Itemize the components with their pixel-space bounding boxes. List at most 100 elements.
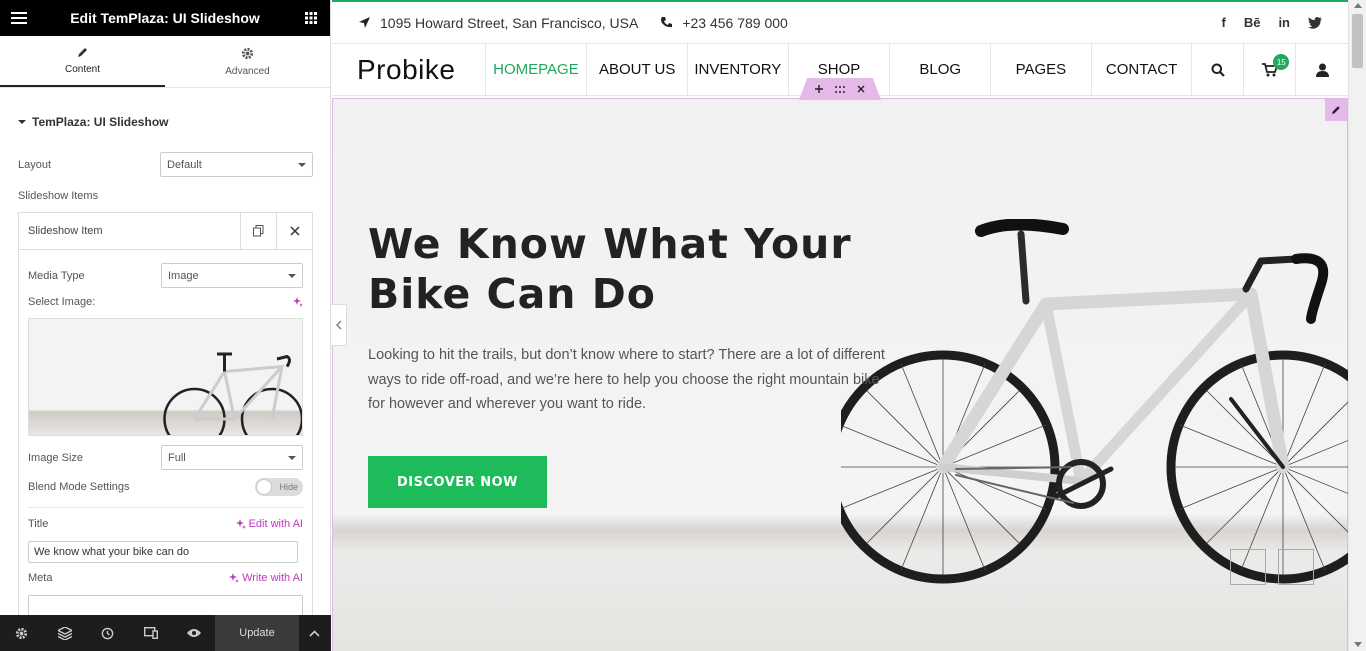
slide-prev-button[interactable] <box>1230 549 1266 585</box>
nav-blog[interactable]: BLOG <box>890 44 992 95</box>
blend-mode-control: Blend Mode Settings Hide <box>28 478 303 496</box>
phone-item: +23 456 789 000 <box>660 15 788 31</box>
menu-icon[interactable] <box>10 9 28 27</box>
nav-inventory[interactable]: INVENTORY <box>688 44 789 95</box>
section-title: TemPlaza: UI Slideshow <box>32 115 169 129</box>
write-with-ai-link[interactable]: Write with AI <box>229 572 303 584</box>
gear-icon <box>241 47 254 60</box>
tab-content[interactable]: Content <box>0 36 165 87</box>
settings-icon[interactable] <box>0 615 43 651</box>
title-control: Title Edit with AI <box>28 518 303 530</box>
media-type-label: Media Type <box>28 269 85 282</box>
hero-title: We Know What Your Bike Can Do <box>368 220 852 318</box>
title-input[interactable]: We know what your bike can do <box>28 541 298 563</box>
meta-control: Meta Write with AI <box>28 572 303 584</box>
panel-body: TemPlaza: UI Slideshow Layout Default Sl… <box>0 88 330 615</box>
history-icon[interactable] <box>86 615 129 651</box>
edit-with-ai-link[interactable]: Edit with AI <box>235 518 303 530</box>
media-type-select[interactable]: Image <box>161 263 303 288</box>
chevron-down-icon <box>288 455 296 460</box>
scroll-up-icon[interactable] <box>1354 3 1362 8</box>
layout-value: Default <box>167 158 202 171</box>
hero-slideshow: We Know What Your Bike Can Do Looking to… <box>332 98 1348 651</box>
location-arrow-icon <box>359 17 370 28</box>
nav-homepage[interactable]: HOMEPAGE <box>486 44 588 95</box>
bike-image <box>841 219 1348 584</box>
top-bar: 1095 Howard Street, San Francisco, USA +… <box>332 2 1348 44</box>
meta-textarea[interactable] <box>28 595 303 615</box>
media-type-value: Image <box>168 269 199 282</box>
slideshow-items-label: Slideshow Items <box>18 190 99 202</box>
tab-advanced-label: Advanced <box>225 65 270 77</box>
slide-next-button[interactable] <box>1278 549 1314 585</box>
search-icon[interactable] <box>1192 44 1245 95</box>
image-size-select[interactable]: Full <box>161 445 303 470</box>
blend-toggle-label: Hide <box>279 482 298 492</box>
nav-pages[interactable]: PAGES <box>991 44 1092 95</box>
editor-panel: Edit TemPlaza: UI Slideshow Content Adva… <box>0 0 331 651</box>
page-scrollbar[interactable] <box>1348 0 1366 651</box>
panel-title: Edit TemPlaza: UI Slideshow <box>70 10 260 26</box>
meta-label: Meta <box>28 572 53 584</box>
site-logo[interactable]: Probike <box>332 44 486 95</box>
edit-widget-icon[interactable] <box>1325 99 1347 121</box>
phone-text: +23 456 789 000 <box>682 14 788 31</box>
delete-section-icon[interactable] <box>857 85 865 93</box>
nav-about-us[interactable]: ABOUT US <box>587 44 688 95</box>
linkedin-icon[interactable]: in <box>1278 15 1290 30</box>
edit-with-ai-label: Edit with AI <box>248 518 303 530</box>
tab-content-label: Content <box>64 64 101 75</box>
write-with-ai-label: Write with AI <box>242 572 303 584</box>
scrollbar-thumb[interactable] <box>1352 14 1363 68</box>
add-section-icon[interactable] <box>815 85 823 93</box>
media-type-control: Media Type Image <box>28 263 303 288</box>
image-size-value: Full <box>168 451 186 464</box>
close-icon[interactable] <box>276 212 312 250</box>
blend-mode-toggle[interactable]: Hide <box>255 478 303 496</box>
layout-label: Layout <box>18 158 52 171</box>
title-label: Title <box>28 518 49 530</box>
chevron-up-icon[interactable] <box>299 615 329 651</box>
layout-select[interactable]: Default <box>160 152 313 177</box>
discover-now-button[interactable]: DISCOVER NOW <box>368 456 547 508</box>
nav-contact[interactable]: CONTACT <box>1092 44 1193 95</box>
divider <box>28 507 303 508</box>
update-button[interactable]: Update <box>215 615 299 651</box>
section-toggle[interactable]: TemPlaza: UI Slideshow <box>0 88 330 129</box>
ai-sparkle-icon[interactable] <box>293 297 303 307</box>
address-text: 1095 Howard Street, San Francisco, USA <box>380 14 639 31</box>
chevron-down-icon <box>288 273 296 278</box>
layout-control: Layout Default <box>18 152 313 177</box>
behance-icon[interactable]: Bē <box>1244 15 1261 30</box>
drag-handle-icon[interactable] <box>835 85 845 93</box>
panel-collapse-button[interactable] <box>331 304 347 346</box>
cart-icon[interactable]: 15 <box>1244 44 1297 95</box>
chevron-down-icon <box>298 162 306 167</box>
duplicate-icon[interactable] <box>240 212 276 250</box>
cart-count-badge: 15 <box>1273 54 1290 70</box>
image-size-label: Image Size <box>28 451 84 464</box>
user-account-icon[interactable] <box>1296 44 1348 95</box>
ai-sparkle-icon <box>229 573 240 583</box>
twitter-icon[interactable] <box>1308 16 1322 29</box>
site-preview: 1095 Howard Street, San Francisco, USA +… <box>332 0 1348 651</box>
widgets-grid-icon[interactable] <box>302 9 320 27</box>
image-size-control: Image Size Full <box>28 445 303 470</box>
phone-icon <box>661 17 673 28</box>
repeater-item-header[interactable]: Slideshow Item <box>19 212 312 250</box>
preview-eye-icon[interactable] <box>172 615 215 651</box>
navigator-layers-icon[interactable] <box>43 615 86 651</box>
tab-advanced[interactable]: Advanced <box>165 36 330 87</box>
scroll-down-icon[interactable] <box>1354 642 1362 647</box>
select-image-control: Select Image: <box>28 296 303 308</box>
image-thumbnail[interactable] <box>28 318 303 436</box>
responsive-mode-icon[interactable] <box>129 615 172 651</box>
select-image-label: Select Image: <box>28 296 96 308</box>
ai-sparkle-icon <box>235 519 246 529</box>
hero-description: Looking to hit the trails, but don’t kno… <box>368 347 885 412</box>
address-item: 1095 Howard Street, San Francisco, USA <box>358 15 638 31</box>
caret-down-icon <box>18 120 26 124</box>
panel-header: Edit TemPlaza: UI Slideshow <box>0 0 330 36</box>
blend-mode-label: Blend Mode Settings <box>28 481 130 493</box>
facebook-icon[interactable]: f <box>1221 15 1225 30</box>
